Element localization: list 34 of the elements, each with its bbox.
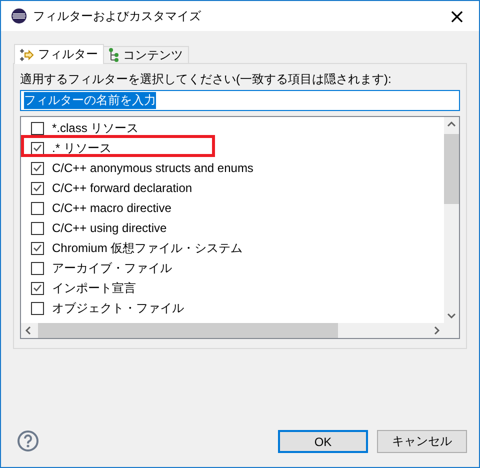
filter-label: C/C++ forward declaration <box>52 181 192 195</box>
checkbox[interactable] <box>31 202 44 214</box>
checkbox[interactable] <box>31 302 44 314</box>
checkbox[interactable] <box>31 182 44 194</box>
filter-label: アーカイブ・ファイル <box>52 260 172 276</box>
filter-label: Chromium 仮想ファイル・システム <box>52 240 243 256</box>
checkbox[interactable] <box>31 242 44 254</box>
tab[interactable]: コンテンツ <box>103 46 189 63</box>
filter-label: C/C++ macro directive <box>52 201 172 215</box>
filter-icon <box>20 48 34 60</box>
checkbox[interactable] <box>31 282 44 294</box>
close-button[interactable]: × <box>435 1 479 31</box>
checkbox[interactable] <box>31 142 44 154</box>
checkbox[interactable] <box>31 122 44 134</box>
dialog-button[interactable]: OK <box>278 430 368 453</box>
tree-icon <box>109 48 119 62</box>
dialog-button[interactable]: キャンセル <box>377 430 467 453</box>
checkbox[interactable] <box>31 262 44 274</box>
filter-label: オブジェクト・ファイル <box>52 300 184 316</box>
filter-label: C/C++ anonymous structs and enums <box>52 161 254 175</box>
window-title: フィルターおよびカスタマイズ <box>33 8 202 24</box>
help-icon[interactable] <box>17 430 39 452</box>
filter-label: *.class リソース <box>52 120 139 136</box>
filter-label: C/C++ using directive <box>52 221 167 235</box>
vertical-scrollbar[interactable] <box>444 117 459 323</box>
checkbox[interactable] <box>31 222 44 234</box>
app-logo-icon <box>11 8 27 24</box>
tab[interactable]: フィルター <box>14 44 104 64</box>
instruction-text: 適用するフィルターを選択してください(一致する項目は隠されます): <box>20 71 392 88</box>
filter-label: .* リソース <box>52 140 112 156</box>
checkbox[interactable] <box>31 162 44 174</box>
filter-name-field[interactable]: フィルターの名前を入力 <box>20 90 460 111</box>
filter-label: インポート宣言 <box>52 280 136 296</box>
horizontal-scrollbar[interactable] <box>21 323 444 338</box>
